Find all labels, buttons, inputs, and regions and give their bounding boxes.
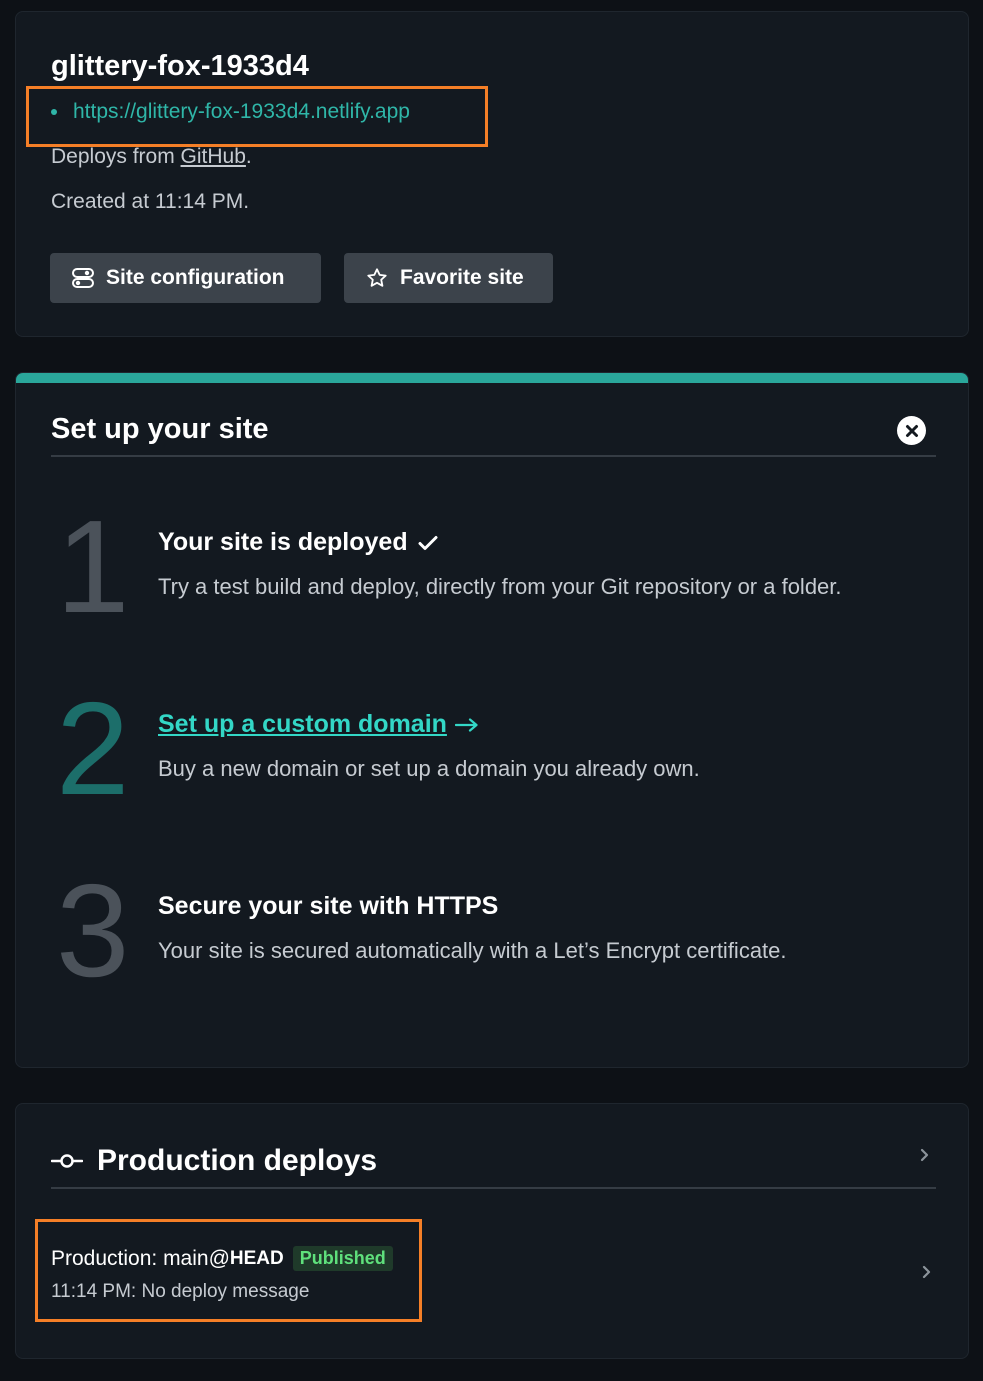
step-number-1: 1 xyxy=(56,493,130,640)
production-deploys-header[interactable]: Production deploys xyxy=(51,1144,377,1178)
production-divider xyxy=(51,1187,936,1189)
site-configuration-label: Site configuration xyxy=(106,266,285,289)
deploy-item[interactable]: Production: main@ HEAD Published xyxy=(51,1246,393,1271)
step-1-title: Your site is deployed xyxy=(158,528,408,556)
deploys-from-prefix: Deploys from xyxy=(51,145,181,168)
step-2-title: Set up a custom domain xyxy=(158,710,447,738)
site-url-link[interactable]: https://glittery-fox-1933d4.netlify.app xyxy=(73,100,410,124)
site-url-row: https://glittery-fox-1933d4.netlify.app xyxy=(51,100,410,124)
status-badge: Published xyxy=(292,1246,393,1271)
favorite-site-button[interactable]: Favorite site xyxy=(344,253,553,303)
checkmark-icon xyxy=(418,535,438,550)
accent-bar xyxy=(16,373,968,383)
production-deploys-title: Production deploys xyxy=(97,1144,378,1177)
star-icon xyxy=(367,268,387,287)
step-1-description: Try a test build and deploy, directly fr… xyxy=(158,574,842,599)
setup-title: Set up your site xyxy=(51,413,269,445)
step-1-title-row: Your site is deployed xyxy=(158,528,438,557)
production-deploys-card: Production deploys Production: main@ HEAD… xyxy=(15,1103,969,1359)
step-number-2: 2 xyxy=(56,675,130,822)
github-link[interactable]: GitHub xyxy=(181,145,246,168)
site-overview-card: glittery-fox-1933d4 https://glittery-fox… xyxy=(15,11,969,337)
step-2-description: Buy a new domain or set up a domain you … xyxy=(158,756,700,781)
deploy-label: Production: main@ xyxy=(51,1246,230,1270)
close-icon[interactable] xyxy=(897,416,926,445)
deploy-ref: HEAD xyxy=(229,1247,284,1269)
setup-card: Set up your site 1 Your site is deployed… xyxy=(15,372,969,1068)
setup-divider xyxy=(51,455,936,457)
chevron-right-icon[interactable] xyxy=(920,1146,930,1167)
created-at-text: Created at 11:14 PM. xyxy=(51,190,250,213)
toggles-icon xyxy=(72,268,94,288)
deploys-from-text: Deploys from GitHub. xyxy=(51,145,252,169)
status-dot-icon xyxy=(51,109,57,115)
git-commit-icon xyxy=(51,1154,83,1168)
site-configuration-button[interactable]: Site configuration xyxy=(50,253,321,303)
arrow-right-icon xyxy=(454,717,478,732)
site-name: glittery-fox-1933d4 xyxy=(51,50,309,82)
deploy-chevron-right-icon[interactable] xyxy=(922,1263,932,1284)
step-3-title: Secure your site with HTTPS xyxy=(158,892,499,920)
deploy-message: 11:14 PM: No deploy message xyxy=(51,1281,310,1302)
step-3-description: Your site is secured automatically with … xyxy=(158,938,787,963)
deploys-from-suffix: . xyxy=(245,145,252,168)
favorite-site-label: Favorite site xyxy=(400,266,524,289)
step-number-3: 3 xyxy=(56,857,130,1004)
custom-domain-link[interactable]: Set up a custom domain xyxy=(158,710,479,739)
